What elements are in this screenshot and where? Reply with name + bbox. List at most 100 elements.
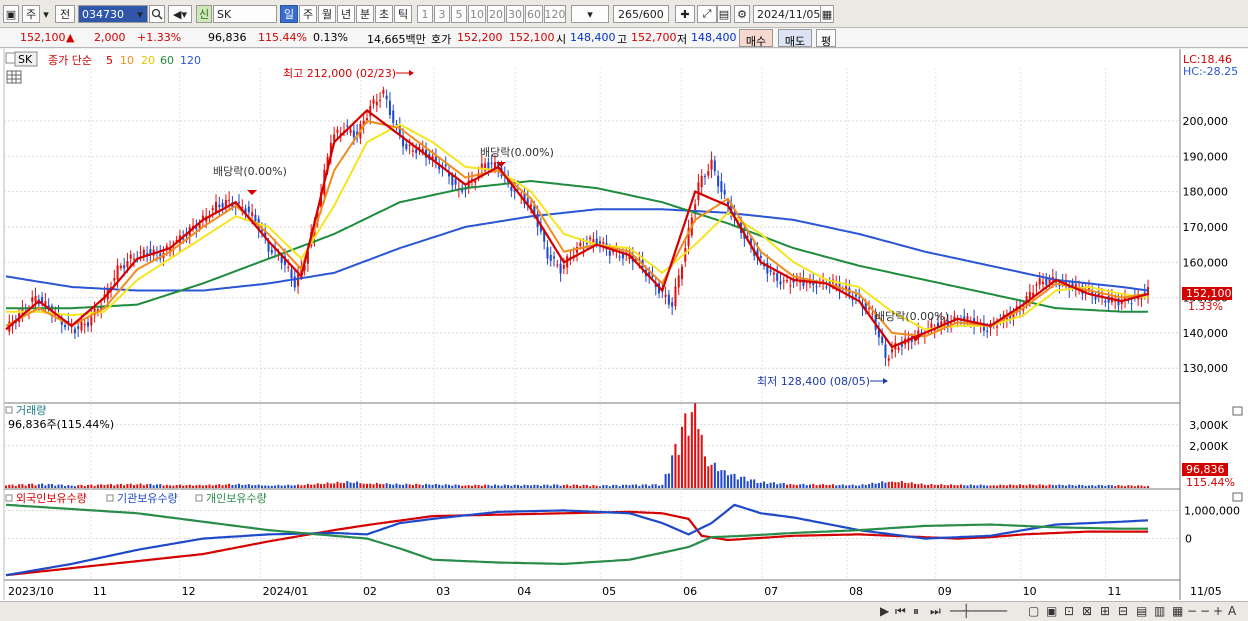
candle-body [772, 272, 775, 275]
volume-bar [342, 483, 346, 488]
minute-button-3[interactable]: 3 [434, 5, 450, 23]
volume-bar [874, 483, 877, 488]
period-tab-2[interactable]: 월 [318, 5, 336, 23]
volume-bar [946, 485, 949, 488]
volume-bar [595, 485, 598, 488]
font-size-icon[interactable]: A [1228, 604, 1236, 618]
volume-close-icon[interactable] [1232, 406, 1243, 416]
calendar-icon[interactable]: ▦ [820, 5, 834, 23]
volume-bar [776, 484, 779, 488]
count-field[interactable]: 265/600 [613, 5, 669, 23]
period-tab-6[interactable]: 틱 [394, 5, 412, 23]
table-icon[interactable] [6, 70, 22, 84]
volume-bar [684, 413, 687, 488]
zoom-out-icon[interactable]: − [1187, 604, 1197, 618]
volume-bar [854, 485, 857, 488]
tool-icon-9[interactable]: ▦ [1172, 604, 1183, 618]
candle-body [858, 297, 861, 299]
search-icon[interactable] [149, 5, 165, 23]
volume-bar [641, 484, 644, 488]
volume-bar [1012, 484, 1015, 488]
minute-button-120[interactable]: 120 [544, 5, 566, 23]
dropdown-arrow-icon[interactable]: ▾ [42, 5, 50, 23]
period-tab-0[interactable]: 일 [280, 5, 298, 23]
volume-bar [1071, 485, 1074, 488]
tool-icon-5[interactable]: ⊞ [1100, 604, 1110, 618]
volume-bar [359, 483, 362, 488]
chart-area[interactable]: 130,000140,000150,000160,000170,000180,0… [0, 49, 1248, 601]
forward-icon[interactable]: ⏭ [930, 604, 941, 619]
volume-bar [241, 485, 244, 488]
candle-body [228, 199, 231, 201]
minute-button-60[interactable]: 60 [525, 5, 543, 23]
volume-bar [1140, 485, 1143, 488]
period-tab-5[interactable]: 초 [375, 5, 393, 23]
rewind-icon[interactable]: ⏮ [895, 604, 906, 619]
buy-button[interactable]: 매수 [739, 29, 773, 48]
volume-bar [215, 484, 218, 488]
period-dropdown[interactable]: ▾ [571, 5, 609, 23]
chart-type-selector[interactable]: 주 [22, 5, 40, 23]
open-label: 시 [556, 33, 567, 46]
volume-bar [382, 484, 385, 488]
period-tab-1[interactable]: 주 [299, 5, 317, 23]
gear-icon[interactable]: ⚙ [734, 5, 750, 23]
eval-button[interactable]: 평 [816, 29, 836, 48]
minute-button-30[interactable]: 30 [506, 5, 524, 23]
plus-icon[interactable]: + [1213, 604, 1223, 618]
change-pct: +1.33% [137, 31, 182, 44]
candle-body [487, 162, 490, 169]
zoom-icon[interactable]: ⤢ [697, 5, 717, 23]
tool-icon-8[interactable]: ▥ [1154, 604, 1165, 618]
minute-button-1[interactable]: 1 [417, 5, 433, 23]
play-icon[interactable]: ▶ [880, 604, 889, 618]
volume-bar [454, 484, 457, 488]
code-dropdown-icon[interactable]: ▾ [134, 5, 146, 23]
stock-name-field[interactable]: SK [213, 5, 277, 23]
tool-icon-2[interactable]: ▣ [1046, 604, 1057, 618]
sell-button[interactable]: 매도 [778, 29, 812, 48]
candle-body [618, 256, 621, 258]
volume-bar [835, 485, 838, 488]
volume-bar [1038, 484, 1041, 488]
volume-bar [165, 484, 168, 488]
volume-bar [50, 484, 53, 488]
crosshair-icon[interactable]: ✚ [675, 5, 695, 23]
tool-icon-3[interactable]: ⊡ [1064, 604, 1074, 618]
volume-bar [470, 485, 474, 488]
pause-icon[interactable]: ⏸ [913, 604, 919, 619]
tool-icon-7[interactable]: ▤ [1136, 604, 1147, 618]
volume-bar [795, 485, 798, 488]
save-icon[interactable]: ▤ [717, 5, 731, 23]
volume-title: 거래량 [16, 404, 46, 417]
period-tab-4[interactable]: 분 [356, 5, 374, 23]
volume-bar [208, 484, 211, 488]
candle-body [139, 252, 142, 254]
zoom-slider[interactable]: ──┼────── [950, 604, 1007, 618]
prev-button[interactable]: 전 [55, 5, 75, 23]
tool-icon-6[interactable]: ⊟ [1118, 604, 1128, 618]
period-tab-3[interactable]: 년 [337, 5, 355, 23]
holding-close-icon[interactable] [1232, 492, 1243, 502]
volume-bar [1015, 485, 1018, 488]
minus-icon[interactable]: − [1200, 604, 1210, 618]
minute-button-5[interactable]: 5 [451, 5, 467, 23]
minute-button-20[interactable]: 20 [487, 5, 505, 23]
window-icon[interactable]: ▣ [3, 5, 19, 23]
volume-bar [267, 485, 270, 488]
tool-icon-4[interactable]: ⊠ [1082, 604, 1092, 618]
tool-icon-1[interactable]: ▢ [1028, 604, 1039, 618]
minute-button-10[interactable]: 10 [468, 5, 486, 23]
volume-bar [687, 435, 690, 488]
candle-body [717, 175, 720, 187]
volume-bar [352, 482, 355, 488]
volume-bar [1055, 485, 1058, 488]
volume-bar [818, 484, 821, 488]
volume-bar [73, 486, 76, 488]
volume-bar [362, 483, 365, 488]
volume-bar [808, 484, 812, 488]
sound-icon[interactable]: ◀▾ [168, 5, 192, 23]
candle-body [703, 176, 707, 178]
date-field[interactable]: 2024/11/05 [753, 5, 821, 23]
volume-bar [474, 484, 477, 488]
